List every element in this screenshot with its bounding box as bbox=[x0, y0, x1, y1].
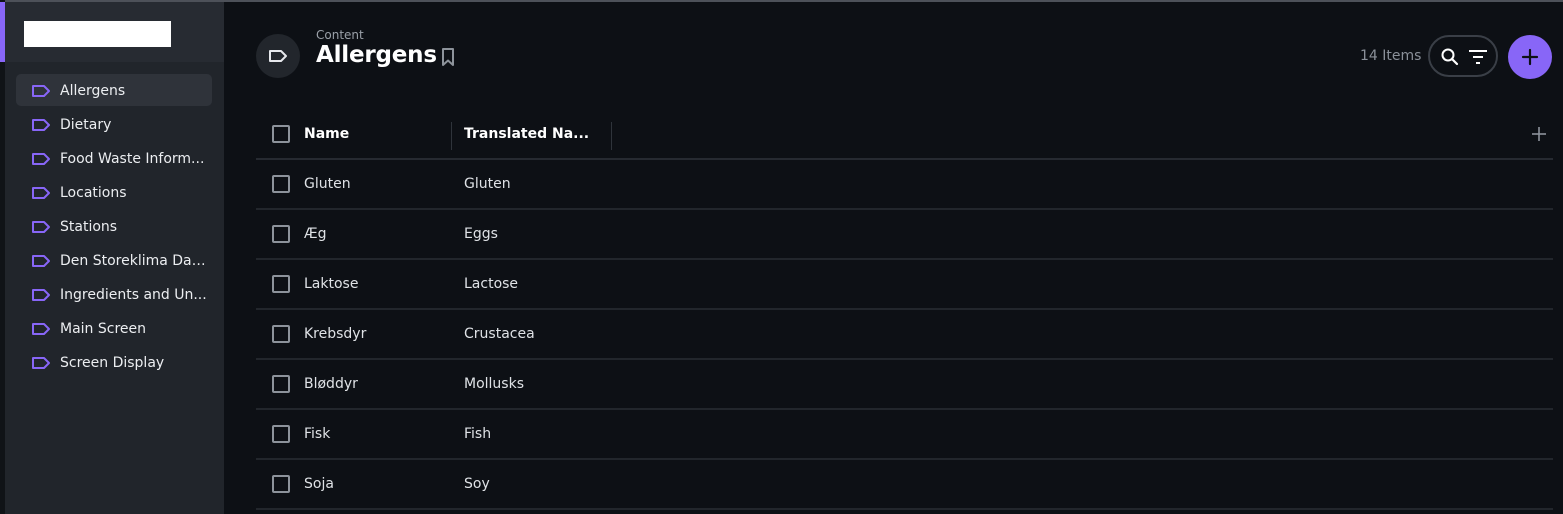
collection-icon-badge bbox=[256, 34, 300, 78]
table-row[interactable]: Fisk Fish bbox=[256, 410, 1553, 460]
sidebar-item-main-screen[interactable]: Main Screen bbox=[16, 312, 212, 344]
column-resize-handle[interactable] bbox=[611, 122, 612, 150]
sidebar: Allergens Dietary Food Waste Inform... Loca… bbox=[5, 2, 224, 514]
sidebar-item-label: Main Screen bbox=[60, 321, 147, 337]
sidebar-item-label: Den Storeklima Dat... bbox=[60, 253, 210, 269]
cell-name: Æg bbox=[304, 226, 327, 242]
item-count: 14 Items bbox=[1360, 48, 1422, 64]
table-row[interactable]: Bløddyr Mollusks bbox=[256, 360, 1553, 410]
sidebar-item-label: Food Waste Inform... bbox=[60, 151, 205, 167]
items-table: Name Translated Na... Gluten Gluten Æg Eggs… bbox=[256, 110, 1553, 510]
table-row[interactable]: Laktose Lactose bbox=[256, 260, 1553, 310]
sidebar-item-label: Dietary bbox=[60, 117, 112, 133]
table-row[interactable]: Gluten Gluten bbox=[256, 160, 1553, 210]
cell-name: Bløddyr bbox=[304, 376, 358, 392]
row-checkbox[interactable] bbox=[272, 475, 290, 493]
sidebar-nav: Allergens Dietary Food Waste Inform... Loca… bbox=[16, 74, 212, 380]
sidebar-item-label: Screen Display bbox=[60, 355, 165, 371]
add-column-icon[interactable] bbox=[1532, 127, 1546, 141]
cell-translated-name: Eggs bbox=[464, 226, 498, 242]
cell-translated-name: Gluten bbox=[464, 176, 511, 192]
sidebar-item-dietary[interactable]: Dietary bbox=[16, 108, 212, 140]
cell-translated-name: Soy bbox=[464, 476, 490, 492]
cell-translated-name: Crustacea bbox=[464, 326, 535, 342]
column-resize-handle[interactable] bbox=[451, 122, 452, 150]
row-checkbox[interactable] bbox=[272, 375, 290, 393]
cell-translated-name: Fish bbox=[464, 426, 492, 442]
sidebar-item-label: Allergens bbox=[60, 83, 126, 99]
sidebar-item-allergens[interactable]: Allergens bbox=[16, 74, 212, 106]
label-tag-icon bbox=[32, 357, 50, 369]
cell-name: Gluten bbox=[304, 176, 351, 192]
label-tag-icon bbox=[269, 50, 287, 62]
label-tag-icon bbox=[32, 119, 50, 131]
cell-name: Soja bbox=[304, 476, 334, 492]
sidebar-item-food-waste-inform[interactable]: Food Waste Inform... bbox=[16, 142, 212, 174]
sidebar-item-den-storeklima-dat[interactable]: Den Storeklima Dat... bbox=[16, 244, 212, 276]
row-checkbox[interactable] bbox=[272, 175, 290, 193]
breadcrumb[interactable]: Content bbox=[316, 28, 364, 42]
sidebar-item-label: Locations bbox=[60, 185, 127, 201]
row-checkbox[interactable] bbox=[272, 275, 290, 293]
label-tag-icon bbox=[32, 289, 50, 301]
column-header-translated-name[interactable]: Translated Na... bbox=[464, 110, 589, 158]
bookmark-icon[interactable] bbox=[441, 47, 455, 67]
project-logo[interactable] bbox=[24, 21, 171, 47]
project-header bbox=[5, 2, 224, 62]
sidebar-item-stations[interactable]: Stations bbox=[16, 210, 212, 242]
table-header: Name Translated Na... bbox=[256, 110, 1553, 160]
row-checkbox[interactable] bbox=[272, 225, 290, 243]
select-all-checkbox[interactable] bbox=[272, 125, 290, 143]
sidebar-item-screen-display[interactable]: Screen Display bbox=[16, 346, 212, 378]
sidebar-item-locations[interactable]: Locations bbox=[16, 176, 212, 208]
search-icon[interactable] bbox=[1440, 47, 1460, 67]
cell-name: Laktose bbox=[304, 276, 359, 292]
sidebar-item-label: Ingredients and Un... bbox=[60, 287, 207, 303]
row-checkbox[interactable] bbox=[272, 425, 290, 443]
row-checkbox[interactable] bbox=[272, 325, 290, 343]
label-tag-icon bbox=[32, 187, 50, 199]
label-tag-icon bbox=[32, 323, 50, 335]
main-content: Content Allergens 14 Items Name Translat… bbox=[224, 2, 1563, 514]
plus-icon bbox=[1521, 48, 1539, 66]
sidebar-item-label: Stations bbox=[60, 219, 118, 235]
cell-translated-name: Lactose bbox=[464, 276, 519, 292]
table-row[interactable]: Soja Soy bbox=[256, 460, 1553, 510]
cell-translated-name: Mollusks bbox=[464, 376, 524, 392]
table-row[interactable]: Krebsdyr Crustacea bbox=[256, 310, 1553, 360]
label-tag-icon bbox=[32, 85, 50, 97]
table-row[interactable]: Æg Eggs bbox=[256, 210, 1553, 260]
cell-name: Krebsdyr bbox=[304, 326, 367, 342]
sidebar-item-ingredients-and-un[interactable]: Ingredients and Un... bbox=[16, 278, 212, 310]
column-header-name[interactable]: Name bbox=[304, 110, 349, 158]
label-tag-icon bbox=[32, 255, 50, 267]
cell-name: Fisk bbox=[304, 426, 331, 442]
page-title: Allergens bbox=[316, 42, 437, 68]
label-tag-icon bbox=[32, 221, 50, 233]
create-item-button[interactable] bbox=[1508, 35, 1552, 79]
filter-icon[interactable] bbox=[1468, 48, 1488, 66]
search-filter-group bbox=[1428, 35, 1498, 77]
table-body: Gluten Gluten Æg Eggs Laktose Lactose Krebsdyr… bbox=[256, 160, 1553, 510]
label-tag-icon bbox=[32, 153, 50, 165]
